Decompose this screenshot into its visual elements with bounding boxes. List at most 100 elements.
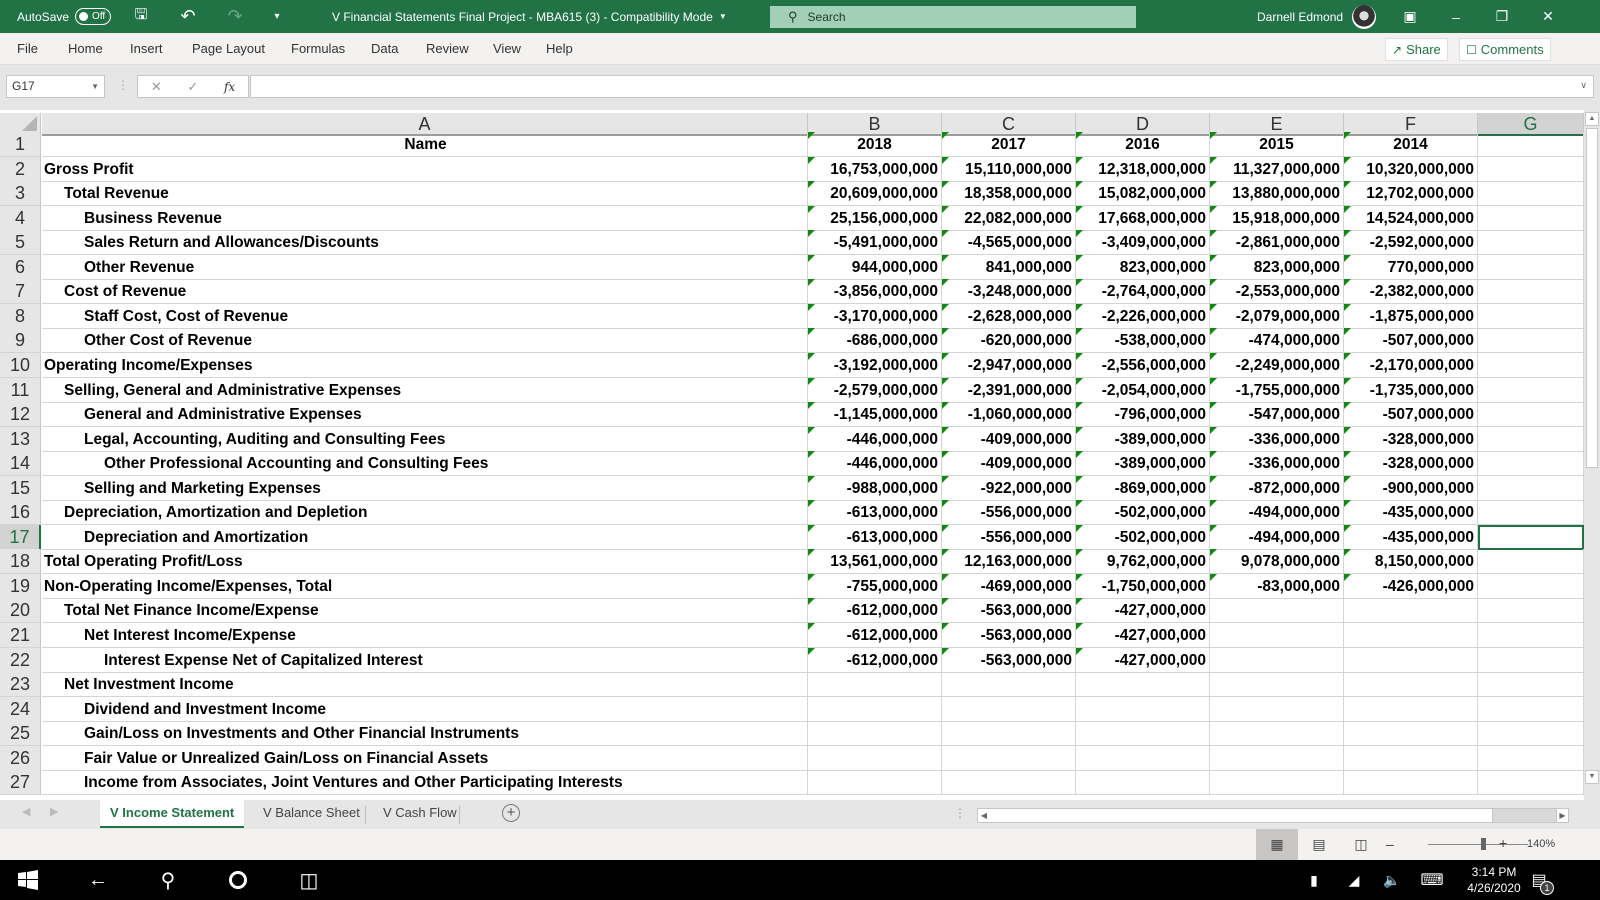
- cell-value-e[interactable]: 13,880,000,000: [1210, 181, 1344, 207]
- cell-value-d[interactable]: -502,000,000: [1076, 524, 1210, 550]
- cell-value-c[interactable]: -563,000,000: [942, 647, 1076, 673]
- tab-home[interactable]: Home: [68, 33, 103, 65]
- cell-value-e[interactable]: 15,918,000,000: [1210, 205, 1344, 231]
- cell-line-item-name[interactable]: Interest Expense Net of Capitalized Inte…: [42, 647, 808, 673]
- notifications-icon[interactable]: ▤ 1: [1524, 860, 1554, 900]
- cell-value-b[interactable]: -755,000,000: [808, 573, 942, 599]
- cell-value-c[interactable]: 2017: [942, 132, 1076, 157]
- cell-value-b[interactable]: -613,000,000: [808, 524, 942, 550]
- cell-value-c[interactable]: 18,358,000,000: [942, 181, 1076, 207]
- cell-value-f[interactable]: -328,000,000: [1344, 451, 1478, 477]
- row-header[interactable]: 8: [0, 303, 41, 329]
- cell-value-c[interactable]: -2,628,000,000: [942, 303, 1076, 329]
- cell-value-c[interactable]: -3,248,000,000: [942, 279, 1076, 305]
- drag-handle-icon[interactable]: ⋮: [117, 78, 129, 92]
- insert-function-icon[interactable]: fx: [224, 80, 235, 94]
- cell-value-b[interactable]: -3,170,000,000: [808, 303, 942, 329]
- cell-line-item-name[interactable]: Staff Cost, Cost of Revenue: [42, 303, 808, 329]
- cell-value-b[interactable]: -446,000,000: [808, 426, 942, 452]
- row-header[interactable]: 15: [0, 475, 41, 501]
- cell-empty-g[interactable]: [1478, 254, 1584, 280]
- cell-value-e[interactable]: [1210, 647, 1344, 673]
- cell-value-d[interactable]: [1076, 696, 1210, 722]
- cell-value-c[interactable]: -409,000,000: [942, 426, 1076, 452]
- cell-value-d[interactable]: -538,000,000: [1076, 328, 1210, 354]
- vertical-scroll-thumb[interactable]: [1586, 128, 1598, 468]
- cell-value-b[interactable]: 20,609,000,000: [808, 181, 942, 207]
- row-header[interactable]: 20: [0, 598, 41, 624]
- cell-value-e[interactable]: [1210, 721, 1344, 747]
- sheet-tab-cash-flow[interactable]: V Cash Flow: [373, 800, 467, 828]
- row-header[interactable]: 22: [0, 647, 41, 673]
- cell-empty-g[interactable]: [1478, 426, 1584, 452]
- search-icon[interactable]: ⚲: [150, 860, 186, 900]
- cell-value-f[interactable]: -1,735,000,000: [1344, 377, 1478, 403]
- cell-value-b[interactable]: -612,000,000: [808, 623, 942, 648]
- scroll-down-icon[interactable]: ▼: [1585, 770, 1599, 784]
- cell-value-e[interactable]: -1,755,000,000: [1210, 377, 1344, 403]
- cell-empty-g[interactable]: [1478, 451, 1584, 477]
- cell-value-b[interactable]: [808, 745, 942, 771]
- cell-value-b[interactable]: 944,000,000: [808, 254, 942, 280]
- tab-view[interactable]: View: [493, 33, 521, 65]
- cell-line-item-name[interactable]: Other Revenue: [42, 254, 808, 280]
- cell-value-d[interactable]: -2,226,000,000: [1076, 303, 1210, 329]
- cell-empty-g[interactable]: [1478, 377, 1584, 403]
- cell-value-d[interactable]: -427,000,000: [1076, 623, 1210, 648]
- cell-value-d[interactable]: -389,000,000: [1076, 426, 1210, 452]
- cell-line-item-name[interactable]: Gain/Loss on Investments and Other Finan…: [42, 721, 808, 747]
- row-header[interactable]: 11: [0, 377, 41, 403]
- formula-input[interactable]: ∨: [250, 75, 1594, 98]
- next-sheet-icon[interactable]: ▶: [50, 805, 58, 818]
- row-header[interactable]: 5: [0, 230, 41, 256]
- cell-value-c[interactable]: -563,000,000: [942, 598, 1076, 624]
- cell-value-b[interactable]: -1,145,000,000: [808, 402, 942, 428]
- row-header[interactable]: 12: [0, 402, 41, 428]
- cell-value-b[interactable]: 2018: [808, 132, 942, 157]
- cell-value-c[interactable]: -556,000,000: [942, 500, 1076, 526]
- cell-value-e[interactable]: [1210, 696, 1344, 722]
- row-header[interactable]: 9: [0, 328, 41, 354]
- cell-value-e[interactable]: 2015: [1210, 132, 1344, 157]
- cell-line-item-name[interactable]: Selling, General and Administrative Expe…: [42, 377, 808, 403]
- cell-value-e[interactable]: -83,000,000: [1210, 573, 1344, 599]
- row-header[interactable]: 19: [0, 573, 41, 599]
- cell-value-f[interactable]: 2014: [1344, 132, 1478, 157]
- cell-value-f[interactable]: -2,382,000,000: [1344, 279, 1478, 305]
- cell-value-b[interactable]: -3,192,000,000: [808, 352, 942, 378]
- cell-value-c[interactable]: -556,000,000: [942, 524, 1076, 550]
- cell-value-c[interactable]: -2,391,000,000: [942, 377, 1076, 403]
- cell-line-item-name[interactable]: Operating Income/Expenses: [42, 352, 808, 378]
- cell-value-b[interactable]: [808, 770, 942, 796]
- cell-empty-g[interactable]: [1478, 573, 1584, 599]
- cell-value-c[interactable]: 22,082,000,000: [942, 205, 1076, 231]
- tab-help[interactable]: Help: [546, 33, 573, 65]
- cell-value-e[interactable]: 9,078,000,000: [1210, 549, 1344, 575]
- cell-value-f[interactable]: -2,170,000,000: [1344, 352, 1478, 378]
- cell-line-item-name[interactable]: Name: [42, 132, 808, 157]
- row-header[interactable]: 21: [0, 623, 41, 648]
- cell-value-f[interactable]: 12,702,000,000: [1344, 181, 1478, 207]
- zoom-slider-knob[interactable]: [1481, 838, 1486, 850]
- cell-value-b[interactable]: 16,753,000,000: [808, 156, 942, 182]
- volume-icon[interactable]: 🔈: [1378, 860, 1406, 900]
- cell-value-b[interactable]: -446,000,000: [808, 451, 942, 477]
- battery-icon[interactable]: ▮: [1300, 860, 1328, 900]
- cell-value-c[interactable]: 15,110,000,000: [942, 156, 1076, 182]
- cell-value-e[interactable]: 823,000,000: [1210, 254, 1344, 280]
- row-header[interactable]: 10: [0, 352, 41, 378]
- cell-empty-g[interactable]: [1478, 721, 1584, 747]
- cell-value-f[interactable]: 14,524,000,000: [1344, 205, 1478, 231]
- cell-line-item-name[interactable]: Depreciation, Amortization and Depletion: [42, 500, 808, 526]
- row-header[interactable]: 25: [0, 721, 41, 747]
- zoom-in-icon[interactable]: +: [1499, 835, 1507, 851]
- cell-value-c[interactable]: -563,000,000: [942, 623, 1076, 648]
- cell-line-item-name[interactable]: Non-Operating Income/Expenses, Total: [42, 573, 808, 599]
- cell-value-c[interactable]: [942, 745, 1076, 771]
- cell-value-f[interactable]: [1344, 696, 1478, 722]
- cell-value-f[interactable]: -435,000,000: [1344, 524, 1478, 550]
- cell-value-f[interactable]: -2,592,000,000: [1344, 230, 1478, 256]
- cell-value-b[interactable]: 13,561,000,000: [808, 549, 942, 575]
- cell-empty-g[interactable]: [1478, 770, 1584, 796]
- autosave-toggle[interactable]: Off: [75, 8, 112, 25]
